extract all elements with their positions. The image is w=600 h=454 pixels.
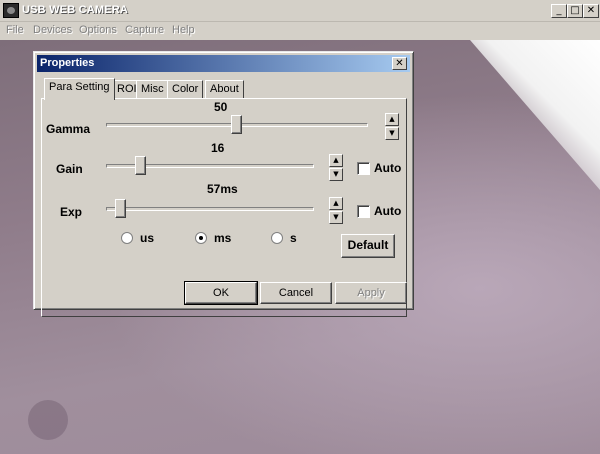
- maximize-button[interactable]: □: [567, 4, 583, 18]
- gamma-up-arrow-icon[interactable]: ▲: [385, 113, 399, 126]
- menu-bar: File Devices Options Capture Help: [0, 22, 600, 40]
- menu-file[interactable]: File: [6, 24, 24, 36]
- gamma-down-arrow-icon[interactable]: ▼: [385, 127, 399, 140]
- gamma-label: Gamma: [46, 122, 91, 136]
- gain-up-arrow-icon[interactable]: ▲: [329, 154, 343, 167]
- exposure-up-arrow-icon[interactable]: ▲: [329, 197, 343, 210]
- window-title: USB WEB CAMERA: [22, 4, 129, 16]
- apply-button[interactable]: Apply: [335, 282, 407, 304]
- gain-slider-thumb[interactable]: [135, 156, 146, 175]
- unit-s-label: s: [290, 231, 297, 245]
- gamma-value: 50: [214, 100, 228, 114]
- menu-capture[interactable]: Capture: [125, 24, 164, 36]
- gain-down-arrow-icon[interactable]: ▼: [329, 168, 343, 181]
- video-dark-spot: [28, 400, 68, 440]
- menu-options[interactable]: Options: [79, 24, 117, 36]
- tab-about[interactable]: About: [205, 80, 244, 99]
- properties-dialog: Properties ✕ Para Setting ROI Misc Color…: [33, 51, 414, 317]
- cancel-button[interactable]: Cancel: [260, 282, 332, 304]
- ok-button[interactable]: OK: [184, 281, 258, 305]
- exposure-slider-track[interactable]: [106, 207, 314, 211]
- dialog-titlebar[interactable]: Properties ✕: [37, 55, 410, 72]
- camera-icon: [3, 3, 19, 18]
- unit-ms-label: ms: [214, 231, 232, 245]
- window-titlebar: USB WEB CAMERA _ □ ✕: [0, 0, 600, 22]
- dialog-close-button[interactable]: ✕: [392, 57, 407, 70]
- menu-devices[interactable]: Devices: [33, 24, 72, 36]
- minimize-button[interactable]: _: [551, 4, 567, 18]
- exposure-auto-label: Auto: [374, 204, 402, 218]
- default-button[interactable]: Default: [341, 234, 395, 258]
- dialog-title: Properties: [40, 57, 95, 69]
- menu-help[interactable]: Help: [172, 24, 195, 36]
- gain-auto-checkbox[interactable]: [357, 162, 370, 175]
- gain-value: 16: [211, 141, 225, 155]
- tab-para-setting[interactable]: Para Setting: [44, 78, 115, 100]
- unit-us-radio[interactable]: [121, 232, 133, 244]
- close-button[interactable]: ✕: [583, 4, 599, 18]
- tab-color[interactable]: Color: [167, 80, 204, 99]
- unit-s-radio[interactable]: [271, 232, 283, 244]
- gain-auto-label: Auto: [374, 161, 402, 175]
- exposure-down-arrow-icon[interactable]: ▼: [329, 211, 343, 224]
- exposure-auto-checkbox[interactable]: [357, 205, 370, 218]
- gamma-spinner: ▲ ▼: [385, 113, 399, 140]
- exposure-label: Exp: [60, 205, 83, 219]
- unit-ms-radio[interactable]: [195, 232, 207, 244]
- exposure-value: 57ms: [207, 182, 238, 196]
- tab-misc[interactable]: Misc: [136, 80, 169, 99]
- gain-label: Gain: [56, 162, 83, 176]
- gamma-slider-thumb[interactable]: [231, 115, 242, 134]
- gain-spinner: ▲ ▼: [329, 154, 343, 181]
- exposure-slider-thumb[interactable]: [115, 199, 126, 218]
- exposure-spinner: ▲ ▼: [329, 197, 343, 224]
- unit-us-label: us: [140, 231, 155, 245]
